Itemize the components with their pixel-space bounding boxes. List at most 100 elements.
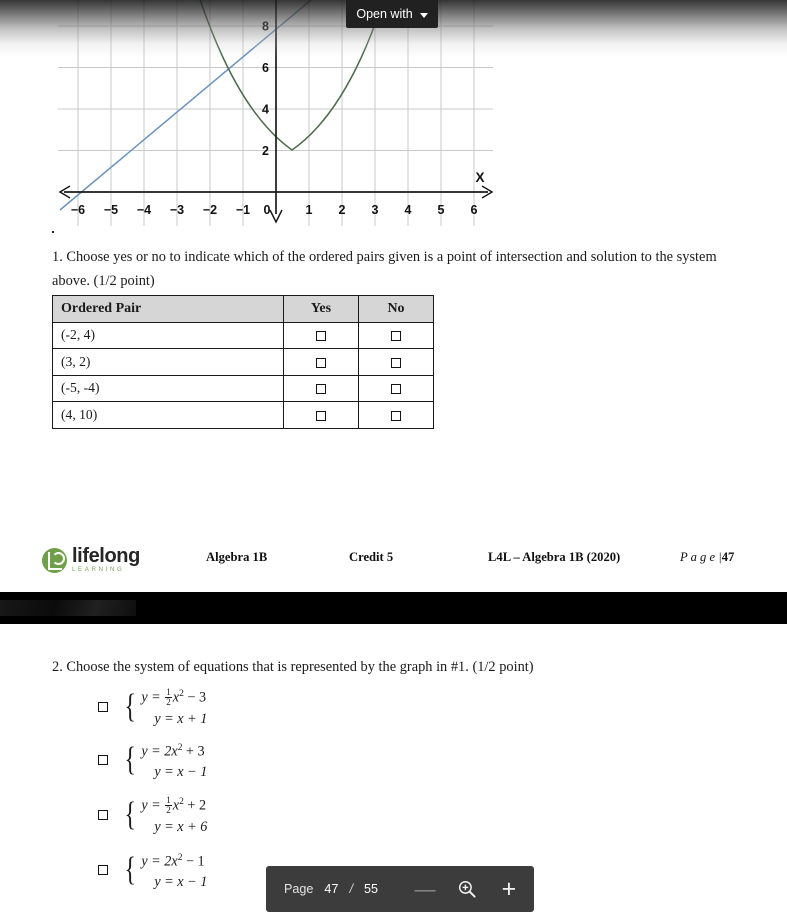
footer-program: L4L – Algebra 1B (2020) [488, 550, 621, 564]
choice-checkbox[interactable] [98, 810, 108, 821]
svg-text:3: 3 [372, 203, 379, 217]
fraction-one-half: 12 [165, 686, 172, 707]
brace-glyph: { [124, 687, 136, 725]
yes-checkbox-cell[interactable] [283, 321, 359, 349]
equation-system: { y = 2x2 + 3 y = x − 1 [122, 740, 207, 781]
plus-icon: + [501, 874, 517, 903]
logo-mark-icon [42, 547, 67, 573]
zoom-reset-button[interactable] [448, 866, 486, 912]
no-checkbox[interactable] [391, 384, 401, 395]
ordered-pairs-table: Ordered Pair Yes No (-2, 4) (3, 2) (-5, … [52, 295, 434, 429]
yes-checkbox-cell[interactable] [283, 401, 359, 429]
yes-checkbox-cell[interactable] [283, 374, 359, 402]
answer-choice-3[interactable]: { y = 1 2 x2 + 2 y = x + 6 [98, 794, 207, 836]
logo-wordmark: lifelong [72, 545, 140, 568]
yes-checkbox[interactable] [316, 331, 326, 342]
viewer-toolbar: Page 47 / 55 — + [266, 866, 534, 912]
answer-choice-2[interactable]: { y = 2x2 + 3 y = x − 1 [98, 740, 207, 781]
table-header-row: Ordered Pair Yes No [52, 295, 434, 323]
table-row: (-2, 4) [52, 321, 434, 349]
ordered-pair-value: (4, 10) [52, 401, 284, 429]
table-row: (3, 2) [52, 348, 434, 376]
no-checkbox-cell[interactable] [358, 348, 434, 376]
svg-text:6: 6 [262, 61, 269, 75]
total-pages: 55 [363, 882, 378, 896]
ordered-pair-value: (-2, 4) [52, 321, 284, 349]
no-checkbox-cell[interactable] [358, 321, 434, 349]
ordered-pair-value: (-5, -4) [52, 374, 284, 402]
yes-checkbox[interactable] [316, 357, 326, 368]
zoom-out-button[interactable]: — [406, 866, 444, 912]
page-indicator-group: Page 47 / 55 [266, 866, 396, 912]
footer-credit: Credit 5 [349, 550, 394, 564]
svg-text:4: 4 [405, 203, 412, 217]
page-footer: lifelong LEARNING Algebra 1B Credit 5 L4… [0, 540, 787, 580]
choice-checkbox[interactable] [98, 755, 108, 766]
lifelong-learning-logo: lifelong LEARNING [42, 543, 154, 577]
footer-page-value: 47 [721, 550, 735, 564]
equation-quadratic: y = 1 2 x2 − 3 [141, 686, 207, 707]
column-header-no: No [358, 295, 434, 323]
answer-choice-1[interactable]: { y = 1 2 x2 − 3 y = x + 1 [98, 686, 207, 728]
logo-tagline: LEARNING [72, 566, 125, 574]
question-1-prompt: 1. Choose yes or no to indicate which of… [52, 249, 717, 289]
table-row: (-5, -4) [52, 374, 434, 402]
x-axis-label: X [475, 170, 484, 185]
no-checkbox[interactable] [391, 331, 401, 342]
chevron-down-icon [419, 12, 428, 18]
yes-checkbox-cell[interactable] [283, 348, 359, 376]
separator-artifact [0, 600, 136, 616]
equation-quadratic: y = 2x2 + 3 [141, 743, 205, 760]
open-with-button[interactable]: Open with [346, 0, 438, 28]
yes-checkbox[interactable] [316, 410, 326, 421]
yes-checkbox[interactable] [316, 384, 326, 395]
table-row: (4, 10) [52, 401, 434, 429]
zoom-controls: — + [396, 866, 538, 912]
no-checkbox[interactable] [391, 410, 401, 421]
brace-glyph: { [124, 851, 136, 889]
svg-text:−3: −3 [170, 203, 184, 217]
equation-quadratic: y = 2x2 − 1 [141, 853, 205, 870]
answer-choice-4[interactable]: { y = 2x2 − 1 y = x − 1 [98, 850, 207, 891]
page-label: Page [284, 882, 314, 896]
svg-text:−4: −4 [137, 203, 151, 217]
brace-glyph: { [124, 741, 136, 779]
column-header-ordered-pair: Ordered Pair [52, 295, 284, 323]
document-page-47: X −6 −5 −4 −3 −2 −1 0 1 2 3 4 5 6 2 4 6 … [0, 0, 787, 600]
equation-linear: y = x − 1 [154, 873, 208, 890]
svg-text:1: 1 [306, 203, 313, 217]
equation-quadratic: y = 1 2 x2 + 2 [141, 794, 207, 815]
brace-glyph: { [124, 795, 136, 833]
open-with-label: Open with [356, 7, 413, 21]
page-separator [0, 592, 787, 624]
stray-mark [52, 231, 54, 233]
equation-linear: y = x + 1 [154, 711, 208, 728]
svg-text:4: 4 [262, 103, 269, 117]
no-checkbox-cell[interactable] [358, 401, 434, 429]
svg-text:6: 6 [471, 203, 478, 217]
magnifier-plus-icon [458, 880, 476, 898]
svg-text:2: 2 [262, 144, 269, 158]
current-page-input[interactable]: 47 [324, 882, 338, 896]
no-checkbox[interactable] [391, 357, 401, 368]
choice-checkbox[interactable] [98, 702, 108, 713]
footer-course: Algebra 1B [206, 550, 268, 564]
equation-linear: y = x + 6 [154, 819, 208, 836]
coordinate-graph: X −6 −5 −4 −3 −2 −1 0 1 2 3 4 5 6 2 4 6 … [58, 0, 494, 226]
no-checkbox-cell[interactable] [358, 374, 434, 402]
footer-page-word: P a g e | [680, 550, 722, 564]
choice-checkbox[interactable] [98, 865, 108, 876]
svg-text:2: 2 [339, 203, 346, 217]
minus-icon: — [414, 877, 436, 901]
svg-text:−6: −6 [71, 203, 85, 217]
question-2-prompt: 2. Choose the system of equations that i… [52, 659, 534, 675]
svg-text:−5: −5 [104, 203, 118, 217]
x-tick-labels: −6 −5 −4 −3 −2 −1 0 1 2 3 4 5 6 [71, 203, 478, 217]
fraction-one-half: 12 [165, 794, 172, 815]
footer-page-number: P a g e |47 [680, 550, 734, 565]
graph-figure: X −6 −5 −4 −3 −2 −1 0 1 2 3 4 5 6 2 4 6 … [52, 0, 500, 236]
page-separator-slash: / [349, 882, 353, 896]
equation-system: { y = 1 2 x2 − 3 y = x + 1 [122, 686, 207, 728]
zoom-in-button[interactable]: + [490, 866, 528, 912]
equation-system: { y = 1 2 x2 + 2 y = x + 6 [122, 794, 207, 836]
